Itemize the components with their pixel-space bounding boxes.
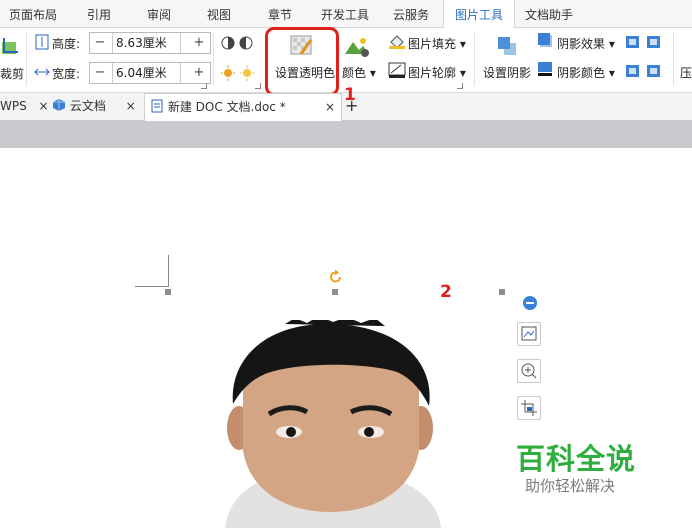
doc-tab-cloud-docs[interactable]: 云文档 × [52, 93, 136, 119]
close-icon[interactable]: × [39, 99, 49, 113]
compress-button[interactable]: 压 [680, 64, 692, 81]
crop-button[interactable]: 裁剪 [0, 65, 24, 82]
rotate-handle-icon[interactable] [328, 269, 344, 285]
set-shadow-icon[interactable] [494, 33, 520, 57]
doc-tab-new-doc[interactable]: 新建 DOC 文档.doc * × [144, 93, 342, 121]
resize-handle-top[interactable] [332, 289, 338, 295]
adjust-dialog-launcher[interactable] [255, 83, 261, 89]
tab-page-layout[interactable]: 页面布局 [2, 0, 64, 27]
picture-outline-dropdown[interactable]: 图片轮廓 ▾ [408, 64, 466, 81]
crop-picture-button[interactable] [517, 396, 541, 420]
page-corner-mark [135, 286, 169, 287]
height-decrease-button[interactable]: − [91, 33, 109, 53]
width-decrease-button[interactable]: − [91, 63, 109, 83]
zoom-in-icon [521, 363, 537, 379]
size-dialog-launcher[interactable] [201, 83, 207, 89]
document-tab-bar: WPS × 云文档 × 新建 DOC 文档.doc * × + 1 [0, 85, 692, 121]
doc-tab-label: WPS [0, 99, 27, 113]
document-canvas: 2 百科全说 助你轻松解决 [0, 148, 692, 528]
shadow-nudge-up-icon[interactable] [625, 34, 665, 50]
picture-fill-icon[interactable] [388, 33, 406, 49]
width-stepper[interactable]: − 6.04厘米 + [89, 62, 211, 84]
watermark-title: 百科全说 [516, 442, 637, 476]
layout-options-button[interactable] [517, 322, 541, 346]
zoom-picture-button[interactable] [517, 359, 541, 383]
crop-icon [521, 400, 537, 416]
brightness-icon[interactable] [220, 63, 258, 81]
width-icon [34, 68, 50, 76]
close-icon[interactable]: × [325, 94, 335, 120]
style-dialog-launcher[interactable] [457, 83, 463, 89]
crop-icon[interactable] [0, 36, 22, 58]
tab-picture-tools[interactable]: 图片工具 [443, 0, 515, 28]
tab-document-assistant[interactable]: 文档助手 [518, 0, 580, 27]
width-input[interactable]: 6.04厘米 [112, 63, 181, 83]
resize-handle-top-right[interactable] [499, 289, 505, 295]
page-corner-mark [168, 255, 169, 287]
picture-outline-label: 图片轮廓 [408, 66, 457, 80]
shadow-effect-dropdown[interactable]: 阴影效果 ▾ [557, 35, 615, 52]
height-icon [35, 34, 49, 50]
picture-tools-ribbon: 裁剪 高度: − 8.63厘米 + 宽度: − 6.04厘米 + 设置透明色 颜… [0, 27, 692, 96]
shadow-color-icon[interactable] [537, 61, 553, 77]
watermark-subtitle: 助你轻松解决 [525, 477, 616, 495]
highlight-circle [265, 27, 339, 96]
doc-tab-wps[interactable]: WPS × [0, 93, 49, 119]
shadow-color-label: 阴影颜色 [557, 66, 606, 80]
tab-developer-tools[interactable]: 开发工具 [314, 0, 376, 27]
shadow-color-dropdown[interactable]: 阴影颜色 ▾ [557, 64, 615, 81]
set-shadow-button[interactable]: 设置阴影 [483, 64, 531, 81]
contrast-icon[interactable] [220, 34, 258, 52]
tab-section[interactable]: 章节 [259, 0, 301, 27]
tab-view[interactable]: 视图 [198, 0, 240, 27]
picture-fill-dropdown[interactable]: 图片填充 ▾ [408, 35, 466, 52]
shadow-nudge-down-icon[interactable] [625, 63, 665, 79]
height-stepper[interactable]: − 8.63厘米 + [89, 32, 211, 54]
recolor-icon[interactable] [343, 34, 371, 58]
step-marker-1: 1 [344, 85, 356, 105]
cloud-doc-icon [53, 99, 65, 111]
resize-handle-top-left[interactable] [165, 289, 171, 295]
document-top-margin [0, 121, 692, 148]
word-doc-icon [151, 99, 163, 113]
color-label: 颜色 [342, 66, 367, 80]
color-dropdown[interactable]: 颜色 ▾ [342, 64, 376, 81]
doc-tab-label: 云文档 [69, 99, 106, 113]
doc-tab-label: 新建 DOC 文档.doc * [167, 100, 286, 114]
picture-fill-label: 图片填充 [408, 37, 457, 51]
height-input[interactable]: 8.63厘米 [112, 33, 181, 53]
width-increase-button[interactable]: + [190, 63, 208, 83]
height-label: 高度: [52, 37, 81, 51]
close-icon[interactable]: × [126, 99, 136, 113]
width-label: 宽度: [52, 67, 81, 81]
tab-review[interactable]: 审阅 [138, 0, 180, 27]
step-marker-2: 2 [440, 282, 452, 302]
portrait-photo[interactable] [215, 320, 447, 528]
picture-layout-icon [521, 326, 537, 341]
collapse-toolbar-icon[interactable] [522, 295, 538, 311]
shadow-effect-label: 阴影效果 [557, 37, 606, 51]
menu-bar: 页面布局 引用 审阅 视图 章节 开发工具 云服务 图片工具 文档助手 [0, 0, 692, 28]
shadow-effect-icon[interactable] [537, 32, 553, 48]
picture-outline-icon[interactable] [388, 62, 406, 78]
tab-references[interactable]: 引用 [78, 0, 120, 27]
height-increase-button[interactable]: + [190, 33, 208, 53]
tab-cloud-service[interactable]: 云服务 [386, 0, 436, 27]
